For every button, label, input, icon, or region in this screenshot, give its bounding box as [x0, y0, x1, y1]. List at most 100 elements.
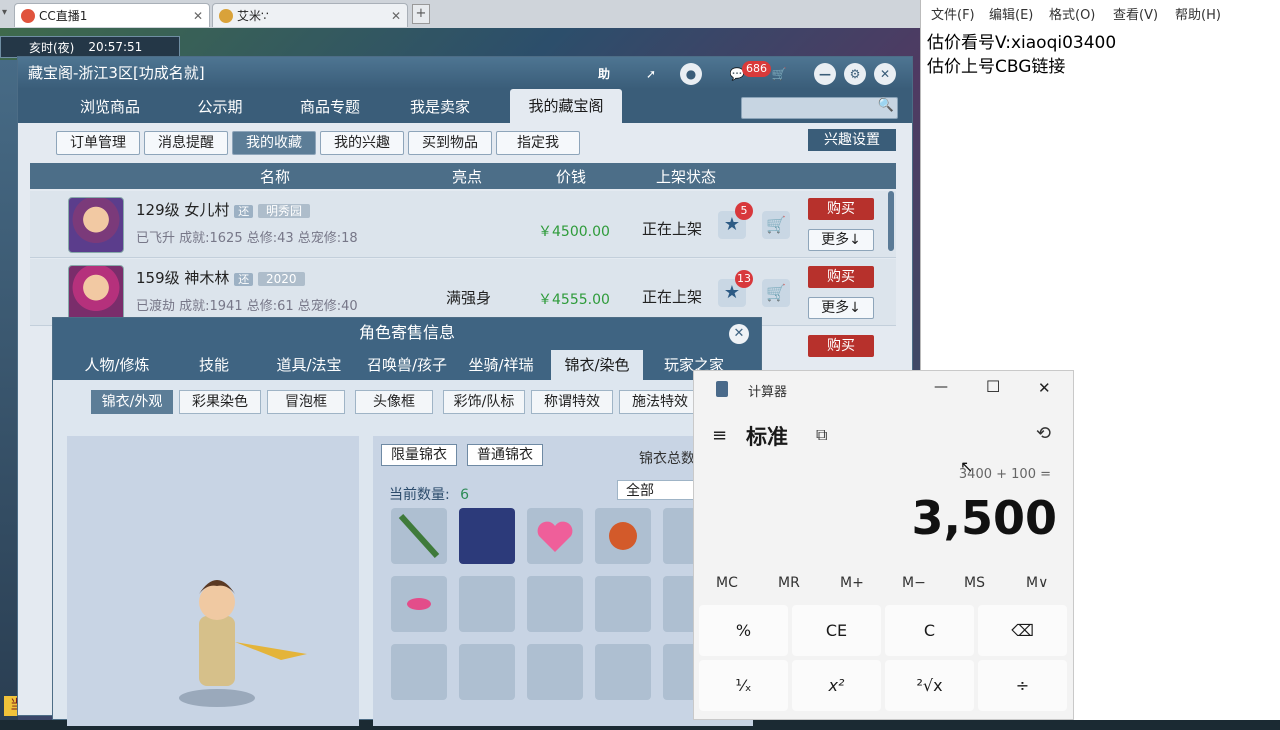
memory-subtract-button[interactable]: M−: [902, 575, 926, 591]
outfit-slot[interactable]: [391, 576, 447, 632]
search-icon[interactable]: 🔍: [878, 98, 894, 113]
help-button[interactable]: 助: [593, 63, 615, 85]
maximize-icon[interactable]: ☐: [986, 377, 1000, 396]
calculator-title: 计算器: [748, 385, 788, 400]
tab-outfits-dyes[interactable]: 锦衣/染色: [551, 350, 643, 380]
tab-my-cbg[interactable]: 我的藏宝阁: [510, 89, 622, 123]
outfit-slot[interactable]: [595, 508, 651, 564]
subtab-cast-effect[interactable]: 施法特效: [619, 390, 701, 414]
table-row[interactable]: 129级 女儿村 还 明秀园 已飞升 成就:1625 总修:43 总宠修:18 …: [30, 191, 896, 258]
minimize-icon[interactable]: —: [814, 63, 836, 85]
limited-outfit-chip[interactable]: 限量锦衣: [381, 444, 457, 466]
row-status: 正在上架: [642, 288, 703, 306]
tab-skills[interactable]: 技能: [175, 350, 253, 380]
outfit-slot[interactable]: [391, 508, 447, 564]
browser-tab-aimi[interactable]: 艾米∵ ✕: [212, 3, 408, 27]
table-scrollbar[interactable]: [888, 191, 894, 251]
outfit-slot[interactable]: [527, 644, 583, 700]
outfit-slot[interactable]: [459, 576, 515, 632]
order-management-button[interactable]: 订单管理: [56, 131, 140, 155]
tab-browse-goods[interactable]: 浏览商品: [58, 91, 162, 123]
square-button[interactable]: x²: [792, 660, 881, 711]
count-label: 当前数量:: [389, 487, 450, 503]
tab-public-period[interactable]: 公示期: [168, 91, 272, 123]
divide-button[interactable]: ÷: [978, 660, 1067, 711]
row-detail: 已飞升 成就:1625 总修:43 总宠修:18: [136, 231, 358, 246]
square-root-button[interactable]: ²√x: [885, 660, 974, 711]
memory-list-button[interactable]: M∨: [1026, 575, 1048, 591]
backspace-button[interactable]: ⌫: [978, 605, 1067, 656]
my-interests-button[interactable]: 我的兴趣: [320, 131, 404, 155]
outfit-slot[interactable]: [527, 576, 583, 632]
browser-tab-cc-live[interactable]: CC直播1 ✕: [14, 3, 210, 27]
tab-character-cultivation[interactable]: 人物/修炼: [65, 350, 169, 380]
record-icon[interactable]: ●: [680, 63, 702, 85]
subtab-title-effect[interactable]: 称谓特效: [531, 390, 613, 414]
purchased-items-button[interactable]: 买到物品: [408, 131, 492, 155]
close-icon[interactable]: ✕: [874, 63, 896, 85]
note-line[interactable]: 估价上号CBG链接: [927, 52, 1065, 77]
add-to-cart-icon[interactable]: 🛒: [762, 211, 790, 239]
game-clock: 20:57:51: [88, 40, 143, 54]
buy-button[interactable]: 购买: [808, 335, 874, 357]
menu-file[interactable]: 文件(F): [931, 4, 975, 23]
clear-entry-button[interactable]: CE: [792, 605, 881, 656]
memory-store-button[interactable]: MS: [964, 575, 985, 591]
interest-settings-button[interactable]: 兴趣设置: [808, 129, 896, 151]
keep-on-top-icon[interactable]: ⧉: [816, 425, 827, 445]
percent-button[interactable]: %: [699, 605, 788, 656]
minimize-icon[interactable]: —: [934, 379, 948, 395]
memory-add-button[interactable]: M+: [840, 575, 864, 591]
memory-clear-button[interactable]: MC: [716, 575, 738, 591]
table-row[interactable]: 159级 神木林 还 2020 已渡劫 成就:1941 总修:61 总宠修:40…: [30, 259, 896, 326]
outfit-slot[interactable]: [459, 508, 515, 564]
new-tab-button[interactable]: +: [412, 4, 430, 24]
outfit-slot[interactable]: [459, 644, 515, 700]
normal-outfit-chip[interactable]: 普通锦衣: [467, 444, 543, 466]
outfit-slot[interactable]: [391, 644, 447, 700]
heart-effect-icon: [537, 521, 573, 552]
tab-mounts[interactable]: 坐骑/祥瑞: [455, 350, 547, 380]
clear-button[interactable]: C: [885, 605, 974, 656]
buy-button[interactable]: 购买: [808, 266, 874, 288]
buy-button[interactable]: 购买: [808, 198, 874, 220]
menu-edit[interactable]: 编辑(E): [989, 4, 1033, 23]
subtab-avatar-frame[interactable]: 头像框: [355, 390, 433, 414]
outfit-slot[interactable]: [595, 644, 651, 700]
close-icon[interactable]: ✕: [1038, 379, 1051, 397]
designated-me-button[interactable]: 指定我: [496, 131, 580, 155]
menu-help[interactable]: 帮助(H): [1175, 4, 1221, 23]
share-icon[interactable]: ➚: [640, 63, 662, 85]
subtab-color-dye[interactable]: 彩果染色: [179, 390, 261, 414]
menu-view[interactable]: 查看(V): [1113, 4, 1158, 23]
more-button[interactable]: 更多↓: [808, 229, 874, 251]
history-icon[interactable]: ⟲: [1036, 423, 1051, 444]
close-icon[interactable]: ✕: [729, 324, 749, 344]
outfit-slot[interactable]: [527, 508, 583, 564]
message-reminder-button[interactable]: 消息提醒: [144, 131, 228, 155]
window-menu-icon[interactable]: ▾: [2, 7, 12, 18]
tab-product-topics[interactable]: 商品专题: [278, 91, 382, 123]
cart-icon[interactable]: 🛒: [768, 63, 790, 85]
row-status: 正在上架: [642, 220, 703, 238]
tab-summons-children[interactable]: 召唤兽/孩子: [359, 350, 455, 380]
search-input[interactable]: 🔍: [741, 97, 898, 119]
tab-i-am-seller[interactable]: 我是卖家: [388, 91, 492, 123]
favorite-count-badge: 13: [735, 270, 753, 288]
menu-format[interactable]: 格式(O): [1049, 4, 1095, 23]
memory-recall-button[interactable]: MR: [778, 575, 800, 591]
subtab-bubble-frame[interactable]: 冒泡框: [267, 390, 345, 414]
outfit-slot[interactable]: [595, 576, 651, 632]
close-tab-icon[interactable]: ✕: [391, 9, 401, 23]
subtab-team-badge[interactable]: 彩饰/队标: [443, 390, 525, 414]
note-line[interactable]: 估价看号V:xiaoqi03400: [927, 28, 1116, 53]
my-favorites-button[interactable]: 我的收藏: [232, 131, 316, 155]
settings-gear-icon[interactable]: ⚙: [844, 63, 866, 85]
close-tab-icon[interactable]: ✕: [193, 9, 203, 23]
tab-items-treasures[interactable]: 道具/法宝: [259, 350, 359, 380]
reciprocal-button[interactable]: ¹⁄ₓ: [699, 660, 788, 711]
hamburger-menu-icon[interactable]: ≡: [712, 425, 727, 446]
add-to-cart-icon[interactable]: 🛒: [762, 279, 790, 307]
more-button[interactable]: 更多↓: [808, 297, 874, 319]
subtab-outfit-appearance[interactable]: 锦衣/外观: [91, 390, 173, 414]
